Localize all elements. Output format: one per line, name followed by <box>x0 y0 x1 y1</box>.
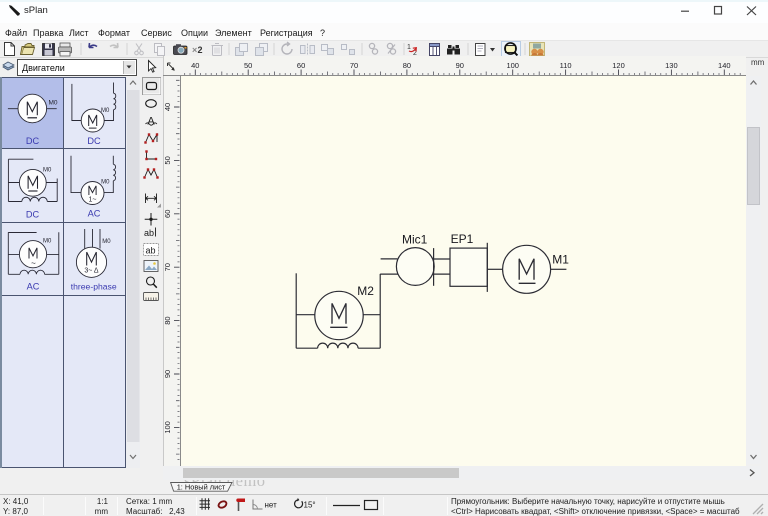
svg-text:40: 40 <box>191 61 199 70</box>
svg-text:50: 50 <box>163 156 172 164</box>
svg-text:60: 60 <box>297 61 305 70</box>
svg-text:2: 2 <box>198 45 203 55</box>
svg-text:100: 100 <box>163 421 172 434</box>
svg-text:70: 70 <box>163 263 172 271</box>
svg-text:90: 90 <box>163 370 172 378</box>
svg-text:AC: AC <box>27 282 40 292</box>
svg-text:нет: нет <box>265 501 278 510</box>
svg-text:70: 70 <box>350 61 358 70</box>
svg-text:DC: DC <box>26 210 40 220</box>
svg-text:M0: M0 <box>101 180 110 186</box>
svg-text:ab: ab <box>146 246 156 256</box>
svg-text:M0: M0 <box>49 100 58 107</box>
svg-text:EP1: EP1 <box>451 232 474 246</box>
svg-text:M0: M0 <box>101 108 110 114</box>
svg-text:80: 80 <box>163 316 172 324</box>
svg-text:×: × <box>192 45 197 55</box>
svg-text:1: 1 <box>407 44 411 51</box>
svg-text:1~: 1~ <box>89 197 97 204</box>
svg-text:80: 80 <box>403 61 411 70</box>
svg-text:DC: DC <box>87 136 101 146</box>
svg-text:three-phase: three-phase <box>71 282 117 292</box>
svg-text:130: 130 <box>665 61 678 70</box>
svg-text:15°: 15° <box>304 501 316 510</box>
svg-text:50: 50 <box>244 61 252 70</box>
svg-text:M0: M0 <box>43 239 52 245</box>
svg-text:M0: M0 <box>102 239 111 245</box>
svg-text:M2: M2 <box>357 284 374 298</box>
svg-text:140: 140 <box>718 61 731 70</box>
svg-text:1: Новый лист: 1: Новый лист <box>177 483 226 492</box>
svg-text:110: 110 <box>560 61 572 70</box>
svg-text:90: 90 <box>456 61 464 70</box>
svg-text:120: 120 <box>612 61 625 70</box>
svg-text:~: ~ <box>31 259 36 268</box>
svg-text:ab: ab <box>144 228 154 238</box>
svg-text:DC: DC <box>26 136 40 146</box>
svg-text:100: 100 <box>506 61 519 70</box>
svg-text:A: A <box>147 116 155 128</box>
svg-text:Mic1: Mic1 <box>402 233 428 247</box>
svg-text:60: 60 <box>163 210 172 218</box>
svg-text:M1: M1 <box>552 252 569 266</box>
svg-text:M0: M0 <box>43 168 52 174</box>
svg-text:3~ Δ: 3~ Δ <box>84 268 99 275</box>
svg-text:AC: AC <box>88 209 101 219</box>
svg-text:40: 40 <box>163 103 172 111</box>
